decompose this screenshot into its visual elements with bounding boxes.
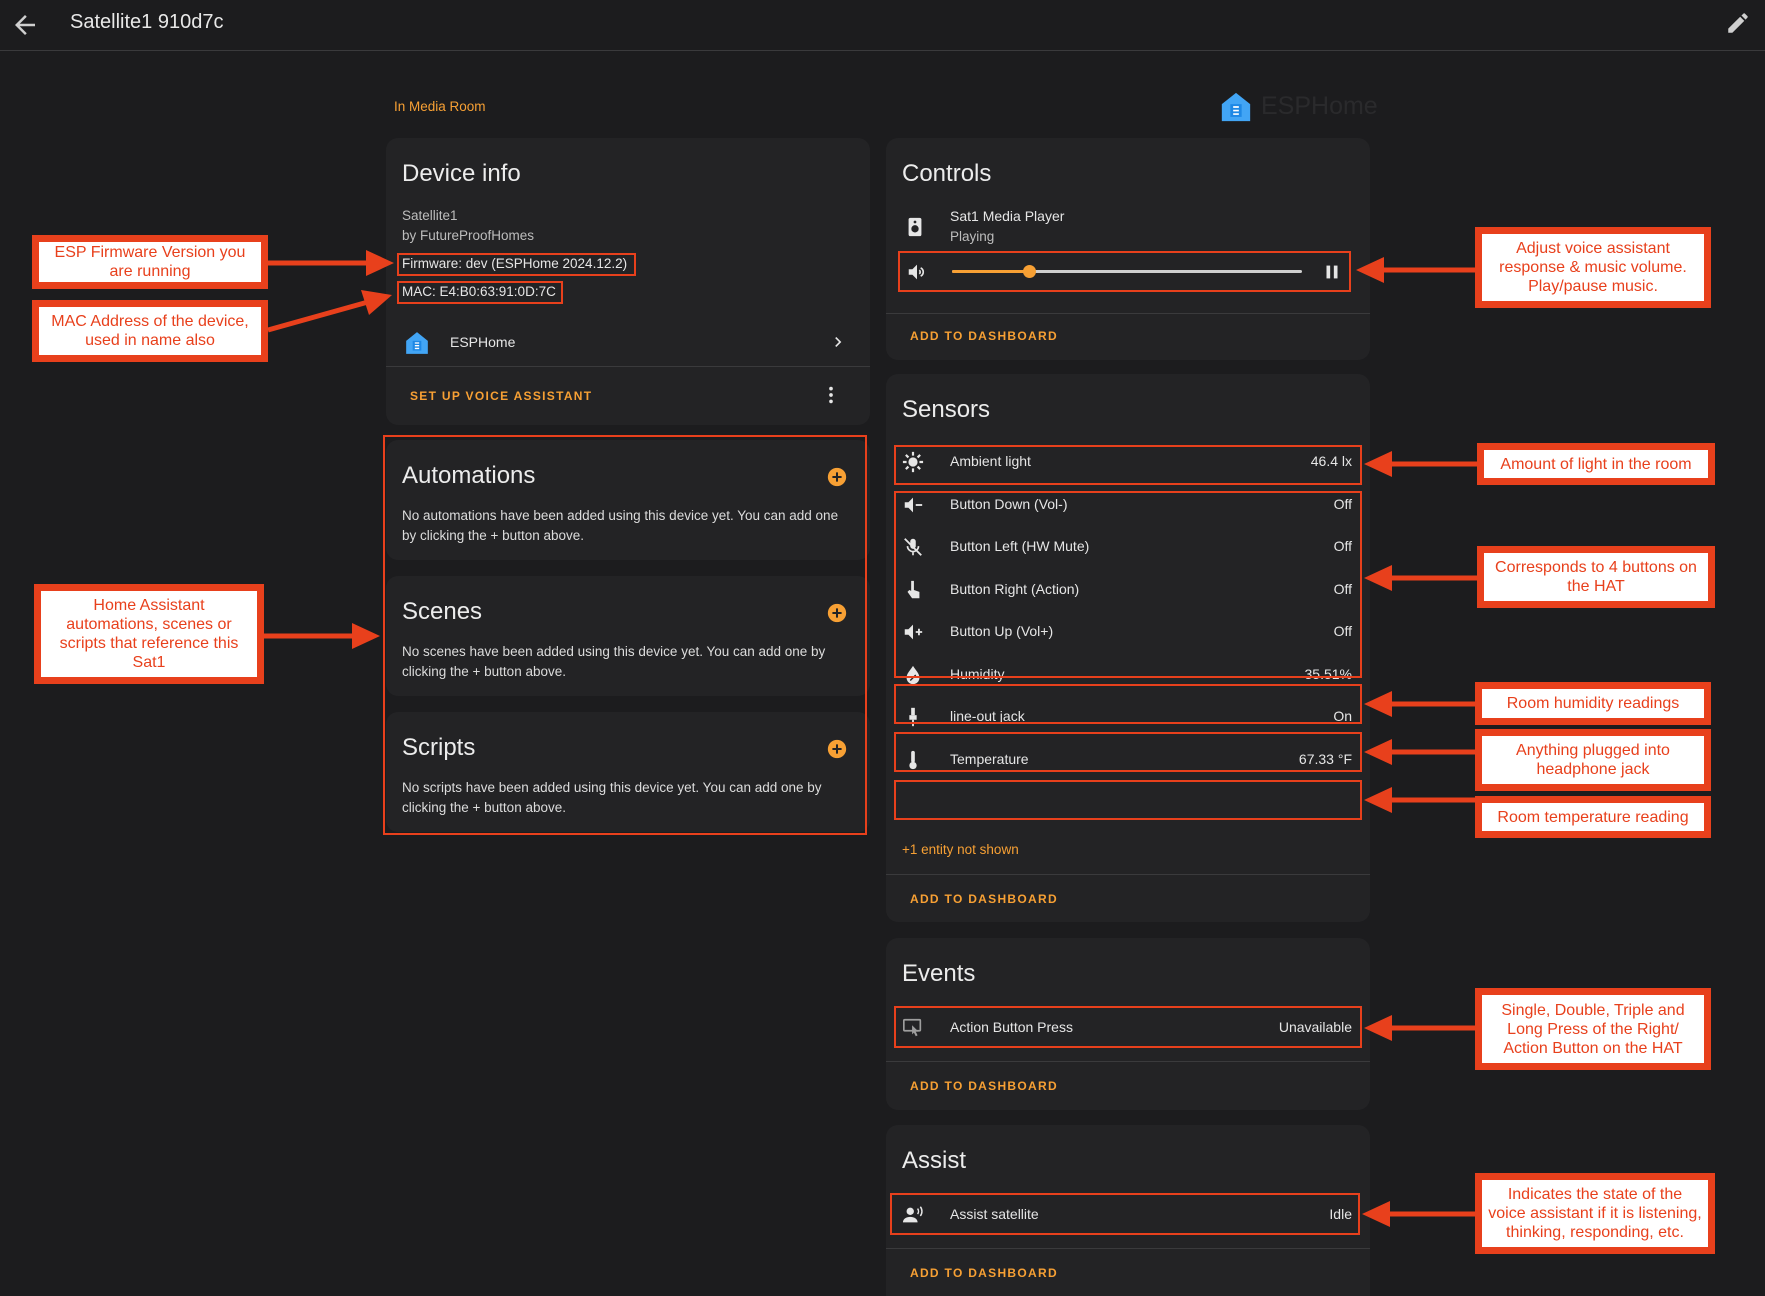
annotation-arrows bbox=[264, 250, 1477, 1227]
